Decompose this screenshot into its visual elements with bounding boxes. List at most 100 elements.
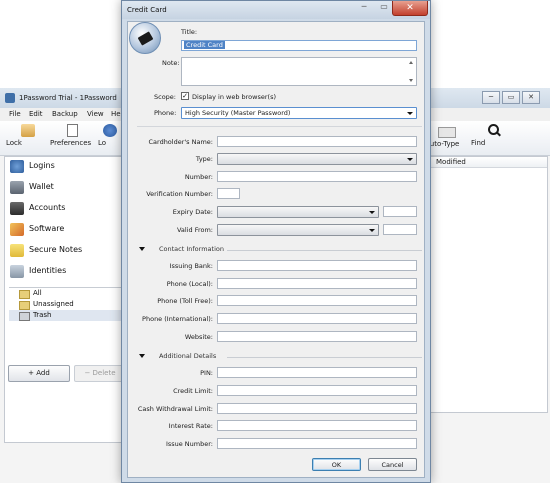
phone-intl-input[interactable] (217, 313, 417, 324)
issue-number-input[interactable] (217, 438, 417, 449)
lock-button[interactable]: Lock (6, 124, 50, 154)
issue-number-label: Issue Number: (165, 440, 213, 448)
contact-section-toggle[interactable]: Contact Information (137, 245, 422, 255)
contact-section-title: Contact Information (159, 245, 224, 253)
note-scrollbar[interactable] (407, 58, 416, 85)
cardholder-input[interactable] (217, 136, 417, 147)
category-logins[interactable]: Logins (8, 159, 123, 175)
chevron-down-icon (407, 158, 413, 161)
add-button[interactable]: + Add (8, 365, 70, 382)
dialog-minimize-button[interactable]: ─ (354, 1, 374, 13)
identities-icon (10, 265, 24, 278)
logins-icon (10, 160, 24, 173)
menu-edit[interactable]: Edit (29, 110, 43, 118)
credit-limit-input[interactable] (217, 385, 417, 396)
dialog-close-button[interactable]: ✕ (392, 1, 428, 16)
valid-from-label: Valid From: (176, 226, 213, 234)
find-button[interactable]: Find (471, 124, 515, 154)
card-number-input[interactable] (217, 171, 417, 182)
close-button[interactable]: ✕ (522, 91, 540, 104)
verification-input[interactable] (217, 188, 240, 199)
valid-from-year-input[interactable] (383, 224, 417, 235)
menu-help[interactable]: He (111, 110, 121, 118)
pin-input[interactable] (217, 367, 417, 378)
dialog-maximize-button[interactable]: ▭ (374, 1, 394, 13)
note-textarea[interactable] (181, 57, 417, 86)
category-secure-notes[interactable]: Secure Notes (8, 243, 123, 259)
ok-button[interactable]: OK (312, 458, 361, 471)
credit-card-logo-icon (129, 22, 161, 54)
website-input[interactable] (217, 331, 417, 342)
folder-trash[interactable]: Trash (9, 310, 121, 321)
additional-section-title: Additional Details (159, 352, 217, 360)
folder-list: All Unassigned Trash (9, 287, 121, 321)
category-identities[interactable]: Identities (8, 264, 123, 280)
credit-limit-label: Credit Limit: (173, 387, 213, 395)
phone-tollfree-input[interactable] (217, 295, 417, 306)
menu-file[interactable]: File (9, 110, 21, 118)
cancel-button[interactable]: Cancel (368, 458, 417, 471)
folder-unassigned[interactable]: Unassigned (9, 299, 121, 310)
find-label: Find (471, 139, 486, 147)
auto-type-icon (438, 127, 456, 138)
expiry-year-input[interactable] (383, 206, 417, 217)
app-icon (5, 93, 15, 103)
category-accounts[interactable]: Accounts (8, 201, 123, 217)
menu-backup[interactable]: Backup (52, 110, 78, 118)
chevron-down-icon (369, 211, 375, 214)
cardholder-label: Cardholder's Name: (148, 138, 213, 146)
category-label: Wallet (29, 182, 54, 191)
title-input[interactable]: Credit Card (181, 40, 417, 51)
category-label: Accounts (29, 203, 66, 212)
cash-limit-input[interactable] (217, 403, 417, 414)
display-in-browser-checkbox[interactable]: ✓ (181, 92, 189, 100)
category-wallet[interactable]: Wallet (8, 180, 123, 196)
auto-type-button[interactable]: Auto-Type (425, 124, 469, 154)
valid-from-month-dropdown[interactable] (217, 224, 379, 236)
column-modified[interactable]: Modified (436, 158, 466, 166)
menu-view[interactable]: View (87, 110, 104, 118)
collapse-triangle-icon (139, 354, 145, 358)
category-sidebar: Logins Wallet Accounts Software Secure N… (4, 156, 126, 443)
preferences-icon (66, 124, 78, 137)
additional-section-toggle[interactable]: Additional Details (137, 352, 422, 362)
lock-icon (21, 124, 35, 137)
interest-rate-input[interactable] (217, 420, 417, 431)
folder-icon (19, 301, 30, 310)
expiry-label: Expiry Date: (172, 208, 213, 216)
card-type-dropdown[interactable] (217, 153, 417, 165)
dialog-title: Credit Card (127, 6, 167, 14)
verification-label: Verification Number: (146, 190, 213, 198)
delete-button[interactable]: − Delete (74, 365, 126, 382)
expiry-month-dropdown[interactable] (217, 206, 379, 218)
collapse-triangle-icon (139, 247, 145, 251)
credit-card-dialog: Credit Card ─ ▭ ✕ Title: Credit Card Not… (121, 0, 431, 483)
globe-icon (103, 124, 117, 137)
main-window-controls: ─ ▭ ✕ (482, 91, 540, 104)
dialog-body: Title: Credit Card Note: Scope: ✓ Displa… (127, 21, 425, 478)
security-level-dropdown[interactable]: High Security (Master Password) (181, 107, 417, 119)
issuing-bank-input[interactable] (217, 260, 417, 271)
scroll-down-icon (409, 79, 413, 82)
scroll-up-icon (409, 61, 413, 64)
trash-icon (19, 312, 30, 321)
lo-button[interactable]: Lo (98, 124, 122, 154)
minimize-button[interactable]: ─ (482, 91, 500, 104)
folder-all[interactable]: All (9, 288, 121, 299)
security-level-value: High Security (Master Password) (185, 109, 291, 117)
category-label: Identities (29, 266, 67, 275)
accounts-icon (10, 202, 24, 215)
phone-local-input[interactable] (217, 278, 417, 289)
phone-tollfree-label: Phone (Toll Free): (157, 297, 213, 305)
dialog-window-controls: ─ ▭ (354, 1, 394, 13)
preferences-button[interactable]: Preferences (50, 124, 94, 154)
section-line (227, 250, 422, 251)
dialog-title-bar: Credit Card ─ ▭ ✕ (122, 1, 430, 19)
sidebar-actions: + Add − Delete (4, 363, 126, 383)
category-label: Secure Notes (29, 245, 83, 254)
category-software[interactable]: Software (8, 222, 123, 238)
interest-rate-label: Interest Rate: (168, 422, 213, 430)
number-label: Number: (184, 173, 213, 181)
maximize-button[interactable]: ▭ (502, 91, 520, 104)
phone-local-label: Phone (Local): (166, 280, 213, 288)
